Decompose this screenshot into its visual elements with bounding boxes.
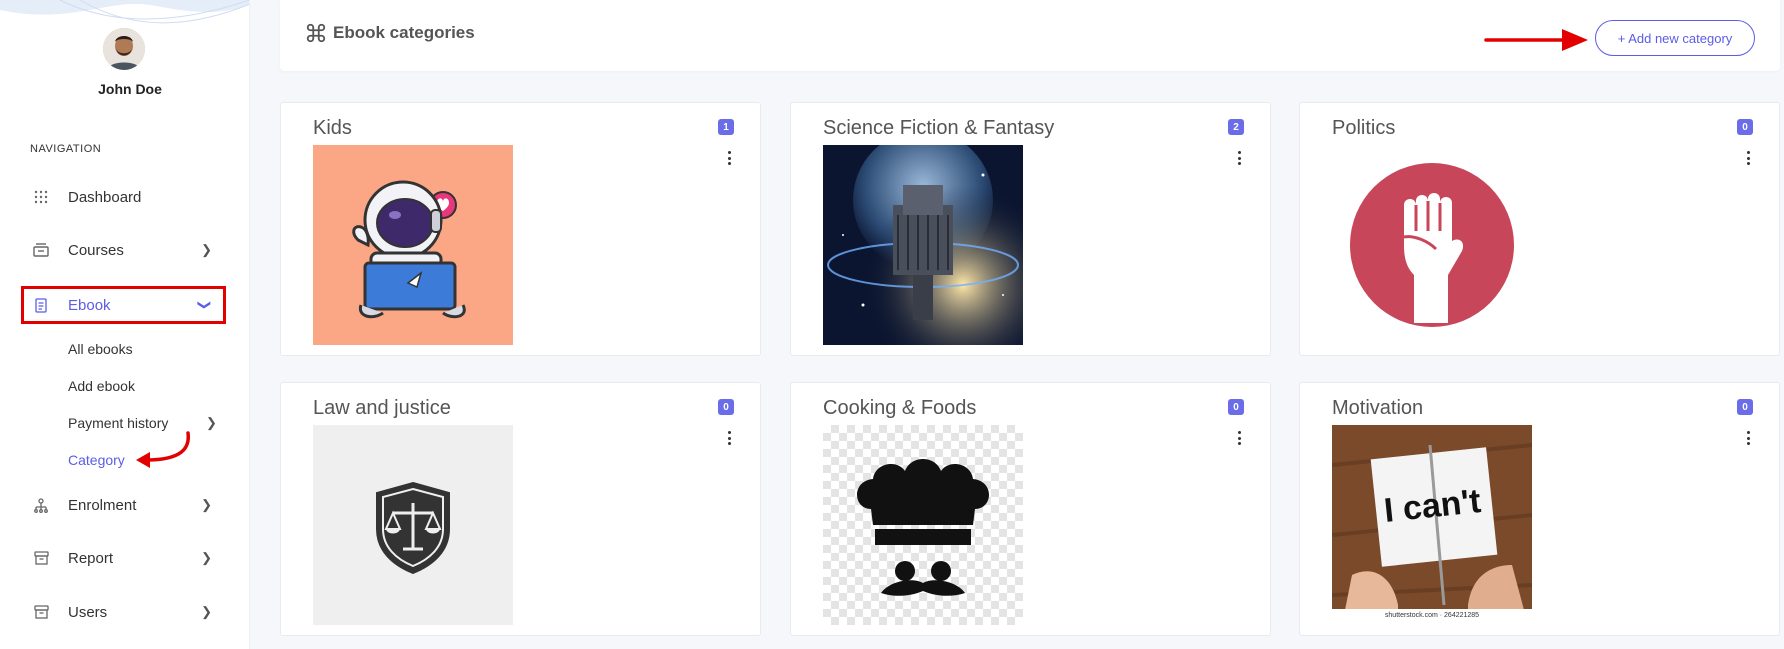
more-options-icon[interactable] [1238,431,1242,445]
count-badge: 2 [1228,119,1244,135]
category-thumbnail: I can't shutterstock.com · 264221285 [1332,425,1532,625]
category-card-science-fiction[interactable]: Science Fiction & Fantasy 2 [790,102,1271,356]
category-title: Science Fiction & Fantasy [823,117,1055,139]
category-card-law-and-justice[interactable]: Law and justice 0 [280,382,761,636]
sidebar-item-label: Users [68,603,108,621]
category-thumbnail [313,425,513,625]
annotation-curved-arrow-icon [136,431,191,468]
report-icon [30,549,52,567]
category-card-cooking-and-foods[interactable]: Cooking & Foods 0 [790,382,1271,636]
category-thumbnail [823,425,1023,625]
photo-credit: shutterstock.com · 264221285 [1384,612,1480,619]
page-title-text: Ebook categories [333,23,475,42]
category-title: Cooking & Foods [823,397,977,419]
chef-hat-mustache-icon [857,459,989,596]
sidebar-item-dashboard[interactable]: Dashboard [30,182,220,212]
count-badge: 0 [1228,399,1244,415]
ebook-icon [30,296,52,314]
justice-shield-icon [376,481,450,575]
enrolment-icon [30,496,52,514]
category-title: Politics [1332,117,1396,139]
avatar[interactable] [103,28,145,70]
sidebar-subitem-all-ebooks[interactable]: All ebooks [68,341,133,357]
sidebar-item-ebook[interactable]: Ebook ❯ [30,290,220,320]
astronaut-illustration-icon [352,180,466,319]
category-thumbnail [313,145,513,345]
more-options-icon[interactable] [728,431,732,445]
annotation-arrow-icon [1484,29,1588,51]
space-city-illustration-icon [823,145,1023,345]
more-options-icon[interactable] [1747,151,1751,165]
more-options-icon[interactable] [728,151,732,165]
category-thumbnail [1332,145,1532,345]
category-card-motivation[interactable]: Motivation 0 I can't shutterstock.com · … [1299,382,1780,636]
sidebar: John Doe NAVIGATION Dashboard Courses ❯ [0,0,250,649]
chevron-right-icon: ❯ [201,604,212,619]
more-options-icon[interactable] [1238,151,1242,165]
category-thumbnail [823,145,1023,345]
sidebar-subitem-category[interactable]: Category [68,452,125,468]
count-badge: 1 [718,119,734,135]
chevron-right-icon: ❯ [201,497,212,512]
sidebar-item-label: Report [68,549,114,567]
sidebar-item-enrolment[interactable]: Enrolment ❯ [30,490,220,520]
raised-fist-icon [1350,163,1514,327]
courses-icon [30,241,52,259]
command-icon [306,23,326,43]
users-icon [30,603,52,621]
sidebar-item-report[interactable]: Report ❯ [30,543,220,573]
chevron-down-icon: ❯ [197,299,213,311]
page-title: Ebook categories [305,22,475,44]
sidebar-subitem-add-ebook[interactable]: Add ebook [68,378,135,394]
sidebar-subitem-payment-history[interactable]: Payment history [68,415,168,431]
chevron-right-icon: ❯ [201,242,212,257]
category-card-politics[interactable]: Politics 0 [1299,102,1780,356]
sidebar-item-courses[interactable]: Courses ❯ [30,235,220,265]
sidebar-item-label: Enrolment [68,496,137,514]
more-options-icon[interactable] [1747,431,1751,445]
add-new-category-button[interactable]: + Add new category [1595,20,1755,56]
chevron-right-icon: ❯ [201,550,212,565]
sidebar-item-label: Ebook [68,296,111,314]
nav-heading: NAVIGATION [30,143,102,155]
count-badge: 0 [1737,119,1753,135]
category-title: Motivation [1332,397,1424,419]
count-badge: 0 [718,399,734,415]
sidebar-item-users[interactable]: Users ❯ [30,597,220,627]
user-name: John Doe [98,81,162,97]
chevron-right-icon: ❯ [206,415,217,430]
sidebar-item-label: Courses [68,241,124,259]
count-badge: 0 [1737,399,1753,415]
category-title: Law and justice [313,397,451,419]
grid-icon [30,188,52,206]
category-card-kids[interactable]: Kids 1 [280,102,761,356]
category-title: Kids [313,117,352,139]
sidebar-item-label: Dashboard [68,188,142,206]
